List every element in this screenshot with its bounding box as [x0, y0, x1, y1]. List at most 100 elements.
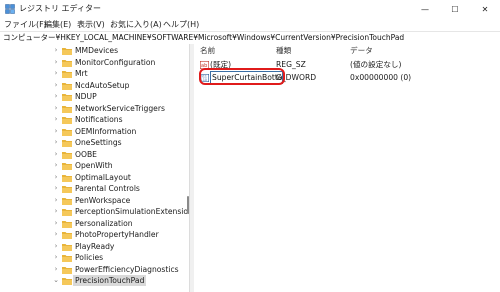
- tree-item-label: PenWorkspace: [75, 195, 131, 205]
- folder-icon: [62, 82, 72, 90]
- tree-item-label: NDUP: [75, 92, 97, 101]
- folder-icon: [62, 232, 72, 239]
- tree-item[interactable]: › Notifications: [0, 114, 187, 125]
- tree-item-label: PowerEfficiencyDiagnostics: [75, 264, 179, 274]
- folder-icon: [62, 163, 72, 170]
- maximize-button[interactable]: ☐: [440, 0, 470, 18]
- title-bar: レジストリ エディター — ☐ ✕: [0, 0, 500, 18]
- close-icon: ✕: [481, 4, 489, 14]
- minimize-button[interactable]: —: [410, 0, 440, 18]
- folder-icon: [62, 243, 72, 251]
- address-bar[interactable]: コンピューター¥HKEY_LOCAL_MACHINE¥SOFTWARE¥Micr…: [0, 31, 500, 45]
- tree-item[interactable]: › PenWorkspace: [0, 195, 187, 206]
- folder-icon: [62, 140, 72, 147]
- folder-icon: [62, 266, 72, 274]
- tree-item[interactable]: › PlayReady: [0, 241, 187, 252]
- tree-item[interactable]: › NcdAutoSetup: [0, 80, 187, 91]
- folder-icon: [62, 71, 72, 78]
- chevron-right-icon[interactable]: ›: [53, 150, 59, 159]
- menu-help[interactable]: ヘルプ(H): [163, 19, 199, 30]
- chevron-right-icon[interactable]: ›: [53, 138, 59, 147]
- close-button[interactable]: ✕: [470, 0, 500, 18]
- tree-item-label: NcdAutoSetup: [75, 80, 130, 90]
- tree-item[interactable]: › NetworkServiceTriggers: [0, 103, 187, 114]
- folder-icon: [62, 151, 72, 159]
- value-data: (値の設定なし): [350, 60, 402, 69]
- chevron-right-icon[interactable]: ›: [53, 173, 59, 182]
- folder-icon: [62, 105, 72, 113]
- registry-editor-icon: [5, 4, 15, 14]
- column-header-name[interactable]: 名前: [200, 46, 215, 56]
- folder-icon: [62, 48, 72, 55]
- chevron-right-icon[interactable]: ›: [53, 92, 59, 101]
- chevron-right-icon[interactable]: ›: [53, 219, 59, 228]
- folder-icon: [62, 197, 72, 205]
- tree-item-label: OOBE: [75, 149, 97, 159]
- folder-icon: [62, 59, 72, 67]
- tree-item[interactable]: › Parental Controls: [0, 183, 187, 194]
- tree-item-label: PerceptionSimulationExtensions: [75, 207, 189, 216]
- tree-item-label: Personalization: [75, 218, 133, 228]
- tree-item[interactable]: › NDUP: [0, 91, 187, 102]
- tree-pane[interactable]: › MMDevices › MonitorConfiguration › Mrt › NcdA…: [0, 44, 189, 292]
- tree-item[interactable]: › Mrt: [0, 68, 187, 79]
- tree-item[interactable]: › OOBE: [0, 149, 187, 160]
- tree-item-label: MonitorConfiguration: [75, 57, 156, 67]
- tree-item-label: PhotoPropertyHandler: [75, 230, 159, 239]
- tree-item[interactable]: › PerceptionSimulationExtensions: [0, 206, 189, 217]
- tree-item[interactable]: › PowerEfficiencyDiagnostics: [0, 264, 187, 275]
- tree-item-label: MMDevices: [75, 46, 119, 55]
- folder-icon: [62, 128, 72, 136]
- tree-item[interactable]: › OneSettings: [0, 137, 187, 148]
- tree-item-label: OpenWith: [75, 161, 113, 170]
- folder-icon: [62, 94, 72, 101]
- menu-edit[interactable]: 編集(E): [44, 19, 71, 30]
- chevron-right-icon[interactable]: ›: [53, 81, 59, 90]
- highlight-annotation: [199, 68, 285, 85]
- tree-item[interactable]: › MonitorConfiguration: [0, 57, 187, 68]
- chevron-down-icon[interactable]: ⌄: [53, 276, 59, 285]
- maximize-icon: ☐: [451, 4, 459, 14]
- chevron-right-icon[interactable]: ›: [53, 207, 59, 216]
- chevron-right-icon[interactable]: ›: [53, 69, 59, 78]
- menu-favorites[interactable]: お気に入り(A): [110, 19, 162, 30]
- menu-bar: ファイル(F) 編集(E) 表示(V) お気に入り(A) ヘルプ(H): [0, 18, 500, 31]
- chevron-right-icon[interactable]: ›: [53, 46, 59, 55]
- chevron-right-icon[interactable]: ›: [53, 161, 59, 170]
- tree-item-label: OptimalLayout: [75, 172, 131, 182]
- tree-item-label: OneSettings: [75, 138, 122, 147]
- column-header-type[interactable]: 種類: [276, 46, 291, 56]
- tree-item-label: OEMInformation: [75, 126, 137, 136]
- chevron-right-icon[interactable]: ›: [53, 115, 59, 124]
- menu-file[interactable]: ファイル(F): [4, 19, 47, 30]
- chevron-right-icon[interactable]: ›: [53, 127, 59, 136]
- tree-item-label: Mrt: [75, 69, 88, 78]
- tree-item[interactable]: › OEMInformation: [0, 126, 187, 137]
- menu-view[interactable]: 表示(V): [77, 19, 105, 30]
- chevron-right-icon[interactable]: ›: [53, 196, 59, 205]
- tree-item[interactable]: › Personalization: [0, 218, 187, 229]
- tree-item[interactable]: › PhotoPropertyHandler: [0, 229, 187, 240]
- chevron-right-icon[interactable]: ›: [53, 253, 59, 262]
- folder-icon: [62, 255, 72, 262]
- column-header-data[interactable]: データ: [350, 46, 373, 56]
- chevron-right-icon[interactable]: ›: [53, 242, 59, 251]
- chevron-right-icon[interactable]: ›: [53, 184, 59, 193]
- folder-icon: [62, 117, 72, 124]
- chevron-right-icon[interactable]: ›: [53, 265, 59, 274]
- folder-icon: [62, 174, 72, 182]
- tree-item[interactable]: › Policies: [0, 252, 187, 263]
- tree-item[interactable]: › OpenWith: [0, 160, 187, 171]
- chevron-right-icon[interactable]: ›: [53, 58, 59, 67]
- tree-item[interactable]: › MMDevices: [0, 45, 187, 56]
- tree-item[interactable]: ⌄ PrecisionTouchPad: [0, 275, 187, 286]
- minimize-icon: —: [421, 4, 429, 14]
- folder-icon: [62, 220, 72, 228]
- address-path[interactable]: コンピューター¥HKEY_LOCAL_MACHINE¥SOFTWARE¥Micr…: [3, 33, 404, 43]
- tree-item[interactable]: › OptimalLayout: [0, 172, 187, 183]
- tree-item-label: Notifications: [75, 115, 123, 124]
- folder-icon: [62, 278, 72, 285]
- tree-item-label: NetworkServiceTriggers: [75, 103, 165, 113]
- chevron-right-icon[interactable]: ›: [53, 104, 59, 113]
- chevron-right-icon[interactable]: ›: [53, 230, 59, 239]
